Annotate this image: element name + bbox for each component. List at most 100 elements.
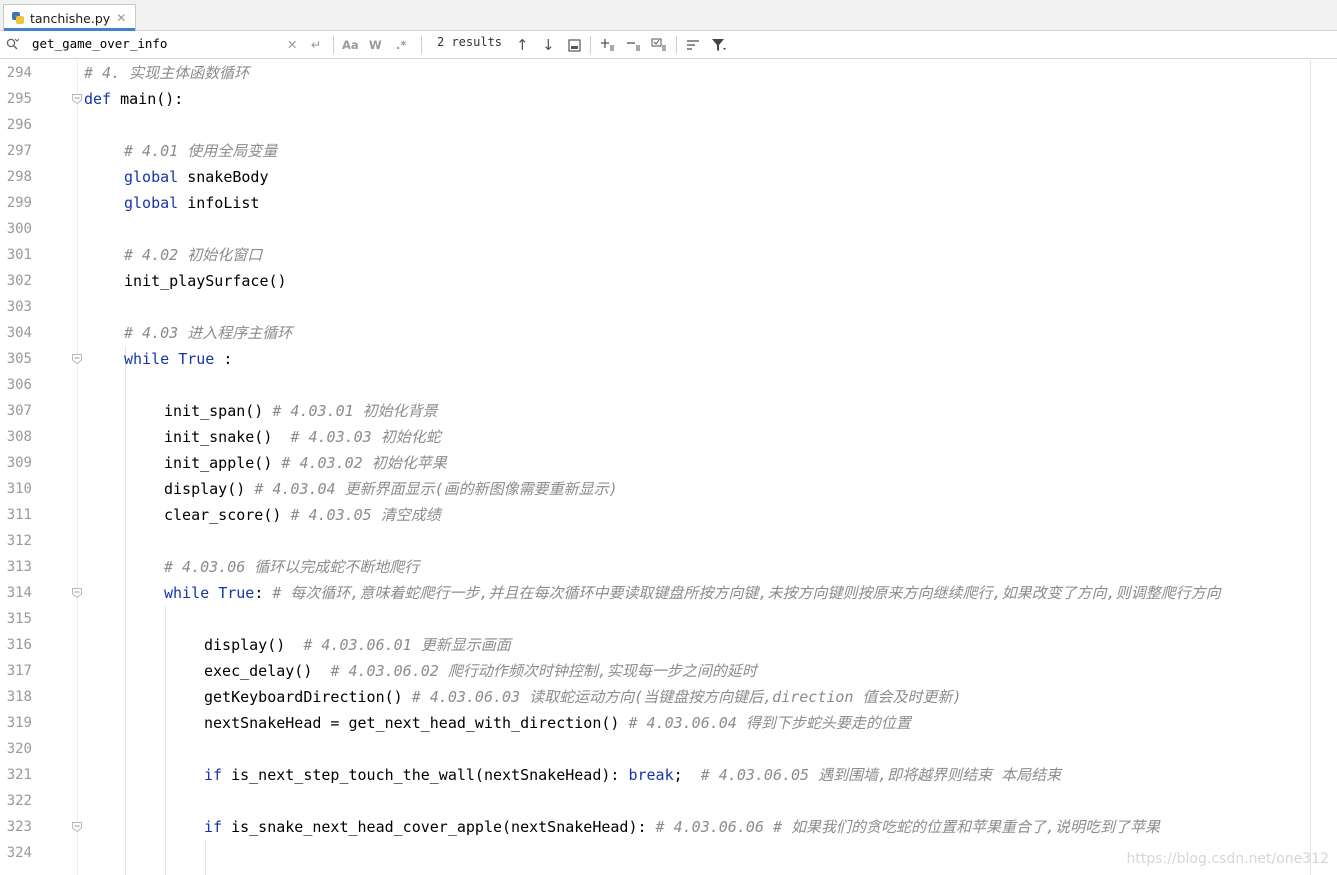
line-number: 316 <box>6 637 32 653</box>
code-comment: # 4.03.06.04 得到下步蛇头要走的位置 <box>628 714 911 732</box>
code-line[interactable]: # 4.03 进入程序主循环 <box>124 320 292 346</box>
code-line[interactable]: display() # 4.03.04 更新界面显示(画的新图像需要重新显示) <box>164 476 618 502</box>
code-keyword: while <box>124 350 170 368</box>
whole-word-button[interactable]: W <box>369 36 382 54</box>
clear-search-icon[interactable]: ✕ <box>287 36 297 54</box>
line-number: 308 <box>6 429 32 445</box>
toolbar-separator <box>676 36 677 54</box>
code-line[interactable]: if is_next_step_touch_the_wall(nextSnake… <box>204 762 1061 788</box>
line-number: 315 <box>6 611 32 627</box>
code-line[interactable]: init_apple() # 4.03.02 初始化苹果 <box>164 450 447 476</box>
line-number: 310 <box>6 481 32 497</box>
python-file-icon <box>11 11 25 25</box>
code-line[interactable]: while True : <box>124 346 232 372</box>
remove-selection-icon[interactable] <box>626 36 642 54</box>
close-icon[interactable]: ✕ <box>116 11 126 25</box>
line-number: 319 <box>6 715 32 731</box>
code-line[interactable]: init_snake() # 4.03.03 初始化蛇 <box>164 424 441 450</box>
line-number: 309 <box>6 455 32 471</box>
code-comment: # 4.03.06 循环以完成蛇不断地爬行 <box>164 558 420 576</box>
code-text: init_snake() <box>164 428 291 446</box>
line-number: 304 <box>6 325 32 341</box>
code-line[interactable]: exec_delay() # 4.03.06.02 爬行动作频次时钟控制,实现每… <box>204 658 757 684</box>
code-comment: # 4.02 初始化窗口 <box>124 246 263 264</box>
match-case-button[interactable]: Aa <box>342 36 359 54</box>
code-comment: # 4.03.03 初始化蛇 <box>290 428 441 446</box>
indent-guide <box>165 606 166 875</box>
code-keyword: global <box>124 194 179 212</box>
code-line[interactable]: init_playSurface() <box>124 268 287 294</box>
right-margin-guide <box>1310 60 1311 875</box>
line-number: 307 <box>6 403 32 419</box>
code-comment: # 4.03.01 初始化背景 <box>272 402 438 420</box>
filter-options-icon[interactable] <box>686 36 700 54</box>
add-selection-icon[interactable] <box>600 36 616 54</box>
code-comment: # 4.03.04 更新界面显示(画的新图像需要重新显示) <box>254 480 618 498</box>
code-text: clear_score() <box>164 506 291 524</box>
code-line[interactable]: while True: # 每次循环,意味着蛇爬行一步,并且在每次循环中要读取键… <box>164 580 1221 606</box>
code-line[interactable]: if is_snake_next_head_cover_apple(nextSn… <box>204 814 1160 840</box>
line-number: 311 <box>6 507 32 523</box>
code-line[interactable]: global infoList <box>124 190 259 216</box>
code-text: main(): <box>111 90 184 108</box>
toolbar-separator <box>590 36 591 54</box>
code-comment: # 4.03.06.06 # 如果我们的贪吃蛇的位置和苹果重合了,说明吃到了苹果 <box>655 818 1161 836</box>
code-line[interactable]: global snakeBody <box>124 164 269 190</box>
code-line[interactable]: # 4.03.06 循环以完成蛇不断地爬行 <box>164 554 419 580</box>
code-keyword: if <box>204 766 223 784</box>
previous-occurrence-icon[interactable]: ↑ <box>516 36 529 54</box>
search-input[interactable] <box>32 33 282 53</box>
line-number: 301 <box>6 247 32 263</box>
filter-funnel-icon[interactable] <box>711 36 727 54</box>
code-editor[interactable]: 294 295 296 297 298 299 300 301 302 303 304 305 306 3… <box>0 60 1337 875</box>
line-number: 313 <box>6 559 32 575</box>
indent-guide <box>205 840 206 875</box>
code-line[interactable]: def main(): <box>84 86 183 112</box>
code-line[interactable]: # 4.01 使用全局变量 <box>124 138 277 164</box>
code-line[interactable]: # 4.02 初始化窗口 <box>124 242 262 268</box>
code-line[interactable]: nextSnakeHead = get_next_head_with_direc… <box>204 710 911 736</box>
line-number: 294 <box>6 65 32 81</box>
new-line-icon[interactable]: ↵ <box>311 36 321 54</box>
regex-button[interactable]: .* <box>396 36 406 54</box>
code-comment: # 4.01 使用全局变量 <box>124 142 278 160</box>
line-number: 324 <box>6 845 32 861</box>
code-comment: # 4. 实现主体函数循环 <box>84 64 250 82</box>
code-comment: # 4.03.06.03 读取蛇运动方向(当键盘按方向键后,direction … <box>411 688 962 706</box>
tab-label: tanchishe.py <box>30 10 111 26</box>
code-line[interactable]: clear_score() # 4.03.05 清空成绩 <box>164 502 441 528</box>
line-number: 317 <box>6 663 32 679</box>
code-comment: # 4.03.06.05 遇到围墙,即将越界则结束 本局结束 <box>700 766 1062 784</box>
line-number: 302 <box>6 273 32 289</box>
search-icon[interactable] <box>6 38 19 51</box>
line-number: 305 <box>6 351 32 367</box>
code-comment: # 4.03.06.02 爬行动作频次时钟控制,实现每一步之间的延时 <box>330 662 757 680</box>
code-text: is_next_step_touch_the_wall(nextSnakeHea… <box>222 766 629 784</box>
next-occurrence-icon[interactable]: ↓ <box>542 36 555 54</box>
line-number: 323 <box>6 819 32 835</box>
code-text: infoList <box>178 194 260 212</box>
code-comment: # 4.03.05 清空成绩 <box>290 506 441 524</box>
tab-tanchishe-py[interactable]: tanchishe.py ✕ <box>3 4 136 31</box>
open-in-window-icon[interactable] <box>568 36 581 54</box>
line-number: 299 <box>6 195 32 211</box>
toolbar-separator <box>333 36 334 54</box>
code-text: getKeyboardDirection() <box>204 688 412 706</box>
code-text: init_span() <box>164 402 273 420</box>
code-comment: # 每次循环,意味着蛇爬行一步,并且在每次循环中要读取键盘所按方向键,未按方向键… <box>272 584 1221 602</box>
code-comment: # 4.03 进入程序主循环 <box>124 324 293 342</box>
line-number: 295 <box>6 91 32 107</box>
code-line[interactable]: # 4. 实现主体函数循环 <box>84 60 249 86</box>
line-number: 297 <box>6 143 32 159</box>
line-number: 306 <box>6 377 32 393</box>
code-comment: # 4.03.02 初始化苹果 <box>281 454 447 472</box>
code-text: is_snake_next_head_cover_apple(nextSnake… <box>222 818 656 836</box>
line-number-gutter: 294 295 296 297 298 299 300 301 302 303 304 305 306 3… <box>0 60 82 875</box>
code-line[interactable]: init_span() # 4.03.01 初始化背景 <box>164 398 438 424</box>
select-all-occurrences-icon[interactable] <box>651 36 669 54</box>
code-area[interactable]: # 4. 实现主体函数循环 def main(): # 4.01 使用全局变量 glo… <box>78 60 1337 875</box>
code-line[interactable]: display() # 4.03.06.01 更新显示画面 <box>204 632 511 658</box>
code-line[interactable]: getKeyboardDirection() # 4.03.06.03 读取蛇运… <box>204 684 962 710</box>
